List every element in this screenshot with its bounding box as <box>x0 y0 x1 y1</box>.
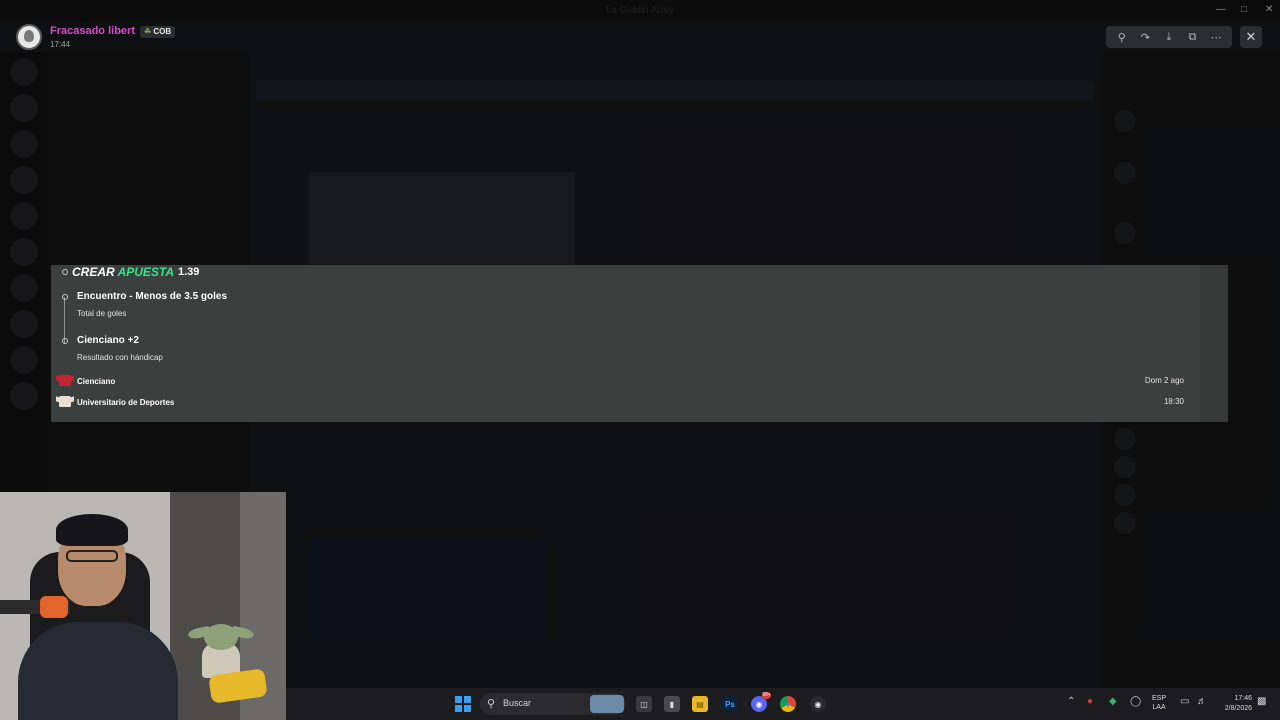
role-tag-label: COB <box>153 27 172 36</box>
chrome-icon[interactable]: ● <box>780 696 796 712</box>
open-external-icon[interactable]: ⧉ <box>1184 28 1202 46</box>
viewer-toolbar: ⚲ ↷ ⤓ ⧉ ⋯ <box>1106 26 1232 48</box>
away-jersey-icon <box>59 396 71 407</box>
match-date: Dom 2 ago <box>1144 376 1184 385</box>
download-icon[interactable]: ⤓ <box>1160 28 1178 46</box>
leg-dot <box>62 294 68 300</box>
leaf-icon: ☘ <box>144 27 152 36</box>
bet-title: CREAR APUESTA <box>72 265 174 279</box>
leg-dot <box>62 338 68 344</box>
photoshop-icon[interactable]: Ps <box>722 696 738 712</box>
obs-icon[interactable]: ◉ <box>810 696 826 712</box>
file-explorer-icon[interactable]: ▤ <box>692 696 708 712</box>
bet-header-dot <box>62 269 68 275</box>
tray-expand-icon[interactable]: ⌃ <box>1067 696 1075 707</box>
network-icon[interactable]: ▭ <box>1180 696 1189 707</box>
more-icon[interactable]: ⋯ <box>1207 28 1225 46</box>
uploader-name[interactable]: Fracasado libert... <box>50 25 136 37</box>
webcam-feed <box>0 492 286 720</box>
figurine <box>187 618 255 678</box>
search-icon: ⚲ <box>487 698 496 710</box>
home-team: Cienciano <box>77 377 116 386</box>
task-view-icon[interactable]: ◫ <box>636 696 652 712</box>
home-jersey-icon <box>59 375 71 386</box>
match-time: 18:30 <box>1163 397 1184 406</box>
close-icon[interactable]: ✕ <box>1240 26 1262 48</box>
tray-shield-icon[interactable]: ◆ <box>1109 696 1117 707</box>
avatar[interactable] <box>16 24 42 50</box>
maximize-icon[interactable]: □ <box>1241 4 1247 15</box>
discord-badge: 99+ <box>762 692 771 699</box>
leg-subtitle: Total de goles <box>77 309 127 318</box>
bet-title-word1: CREAR <box>72 265 115 279</box>
windows-start-icon[interactable] <box>455 696 471 712</box>
leg-subtitle: Resultado con hándicap <box>77 353 163 362</box>
microphone-icon[interactable]: ◯ <box>1130 696 1141 707</box>
notifications-icon[interactable]: ▩ <box>1257 696 1266 707</box>
leg-title: Encuentro - Menos de 3.5 goles <box>77 291 228 302</box>
bet-odds: 1.39 <box>178 266 200 278</box>
tray-app-icon[interactable]: ● <box>1087 696 1093 707</box>
leg-connector <box>64 297 65 343</box>
away-team: Universitario de Deportes <box>77 398 175 407</box>
bet-card-edge <box>1200 265 1228 422</box>
taskbar-search-placeholder: Buscar <box>503 698 532 708</box>
bet-title-word2: APUESTA <box>117 265 175 279</box>
bet-card <box>51 265 1228 422</box>
minimize-icon[interactable]: — <box>1216 4 1226 15</box>
search-highlight-image <box>590 695 624 713</box>
taskbar-clock[interactable]: 17:46 2/8/2026 <box>1216 694 1252 714</box>
app-icon[interactable]: ▮ <box>664 696 680 712</box>
volume-icon[interactable]: ♬ <box>1197 696 1207 707</box>
zoom-in-icon[interactable]: ⚲ <box>1113 28 1131 46</box>
role-tag: ☘ COB <box>140 26 176 38</box>
leg-title: Cienciano +2 <box>77 335 139 346</box>
language-indicator[interactable]: ESP LAA <box>1152 694 1166 712</box>
forward-icon[interactable]: ↷ <box>1136 28 1154 46</box>
upload-time: 17:44 <box>50 40 71 49</box>
window-close-icon[interactable]: ✕ <box>1265 4 1273 15</box>
